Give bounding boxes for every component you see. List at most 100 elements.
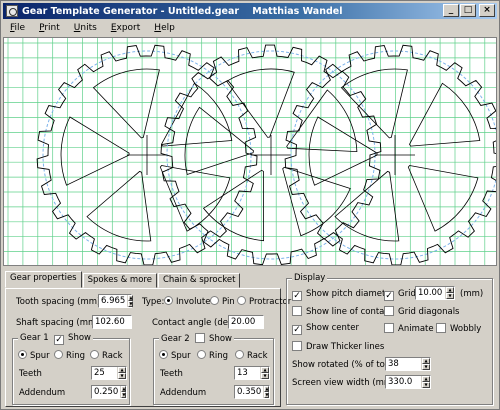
check-icon: ✓	[292, 291, 302, 301]
title-bar[interactable]: Gear Template Generator - Untitled.gear …	[3, 3, 497, 19]
shaft-spacing-label: Shaft spacing (mm)	[16, 318, 100, 328]
spin-down-icon[interactable]: ▼	[118, 373, 126, 379]
show-rotated-spinner[interactable]: ▲ ▼	[421, 358, 430, 370]
gear2-show-label: Show	[209, 334, 232, 344]
grid-size-input[interactable]: 10.00 ▲ ▼	[415, 286, 455, 300]
spoke-cutout	[60, 116, 130, 186]
menu-export[interactable]: Export	[104, 23, 147, 33]
contact-angle-input[interactable]: 20.00	[228, 315, 264, 329]
animate-checkbox[interactable]: Animate	[384, 323, 434, 334]
tooth-spacing-label: Tooth spacing (mm)	[16, 297, 101, 307]
show-center-checkbox[interactable]: ✓ Show center	[292, 323, 359, 335]
gear2-addendum-label: Addendum	[160, 388, 207, 398]
menu-help[interactable]: Help	[147, 23, 182, 33]
spin-down-icon[interactable]: ▼	[446, 293, 454, 299]
tooth-spacing-input[interactable]: 6.965 ▲ ▼	[98, 294, 134, 308]
draw-thicker-lines-checkbox[interactable]: Draw Thicker lines	[292, 341, 384, 352]
tab-gear-properties[interactable]: Gear properties	[5, 271, 82, 288]
spoke-cutout	[202, 169, 265, 242]
display-title: Display	[292, 273, 328, 283]
gear2-addendum-input[interactable]: 0.350 ▲ ▼	[234, 385, 270, 399]
screen-view-width-value: 330.0	[388, 377, 413, 387]
radio-icon	[210, 296, 219, 305]
grid-diagonals-checkbox[interactable]: Grid diagonals	[384, 306, 460, 317]
shaft-spacing-input[interactable]: 102.60	[92, 315, 132, 329]
tab-spokes[interactable]: Spokes & more	[82, 273, 157, 288]
show-center-label: Show center	[306, 323, 359, 333]
wobbly-checkbox[interactable]: Wobbly	[436, 323, 481, 334]
tab-strip: Gear properties Spokes & more Chain & sp…	[5, 271, 241, 289]
gear1-addendum-spinner[interactable]: ▲ ▼	[120, 386, 127, 398]
screen-view-width-label: Screen view width (mm)	[292, 378, 396, 388]
gear1-teeth-input[interactable]: 25 ▲ ▼	[91, 366, 127, 380]
gear2-teeth-spinner[interactable]: ▲ ▼	[260, 367, 269, 379]
grid-label: Grid	[398, 289, 416, 299]
gear1-teeth-spinner[interactable]: ▲ ▼	[117, 367, 126, 379]
radio-icon	[237, 296, 246, 305]
gear1-addendum-input[interactable]: 0.250 ▲ ▼	[91, 385, 127, 399]
screen-view-width-input[interactable]: 330.0 ▲ ▼	[385, 375, 431, 389]
type-pin-radio[interactable]: Pin	[210, 296, 235, 307]
menu-file-label: ile	[14, 23, 26, 33]
type-involute-radio[interactable]: Involute	[164, 296, 210, 307]
show-line-of-contact-checkbox[interactable]: Show line of contact	[292, 306, 392, 317]
spoke-cutout	[86, 170, 152, 242]
grid-diagonals-label: Grid diagonals	[398, 307, 460, 317]
menu-print-label: rint	[44, 23, 60, 33]
show-pitch-diameter-label: Show pitch diameter	[306, 289, 395, 299]
type-involute-label: Involute	[176, 297, 211, 307]
gear1-teeth-label: Teeth	[19, 369, 42, 379]
show-pitch-diameter-checkbox[interactable]: ✓ Show pitch diameter	[292, 289, 394, 301]
show-rotated-input[interactable]: 38 ▲ ▼	[385, 357, 431, 371]
gear2-show-check-icon	[195, 333, 206, 343]
gear2-teeth-input[interactable]: 13 ▲ ▼	[234, 366, 270, 380]
grid-checkbox[interactable]: ✓ Grid	[384, 289, 416, 301]
check-icon	[292, 341, 302, 351]
gear2-addendum-spinner[interactable]: ▲ ▼	[263, 386, 270, 398]
gear-canvas[interactable]	[3, 37, 497, 266]
menu-units-label: nits	[80, 23, 97, 33]
maximize-button[interactable]: □	[460, 4, 476, 17]
spin-down-icon[interactable]: ▼	[261, 373, 269, 379]
check-icon	[436, 323, 446, 333]
gear1-ring-radio[interactable]: Ring	[54, 350, 85, 361]
spin-down-icon[interactable]: ▼	[422, 364, 430, 370]
gear-properties-panel: Tooth spacing (mm) 6.965 ▲ ▼ Type: Involu…	[5, 288, 291, 407]
gear-drawing[interactable]	[4, 38, 496, 265]
shaft-spacing-value: 102.60	[95, 317, 125, 327]
spin-down-icon[interactable]: ▼	[264, 392, 270, 398]
type-label: Type:	[142, 297, 165, 307]
tooth-spacing-spinner[interactable]: ▲ ▼	[127, 295, 134, 307]
menu-file[interactable]: File	[3, 23, 32, 33]
gear2-spur-label: Spur	[171, 351, 191, 361]
gear-app-icon	[6, 5, 18, 17]
menu-print[interactable]: Print	[32, 23, 67, 33]
gear2-show-checkbox[interactable]: Show	[195, 333, 232, 344]
gear1-rack-radio[interactable]: Rack	[90, 350, 123, 361]
menu-units[interactable]: Units	[67, 23, 104, 33]
close-button[interactable]: ×	[479, 4, 495, 17]
type-protractor-radio[interactable]: Protractor	[237, 296, 291, 307]
minimize-button[interactable]: _	[443, 4, 459, 17]
radio-icon	[197, 350, 206, 359]
gear2-teeth-value: 13	[237, 368, 248, 378]
tab-chain-sprocket[interactable]: Chain & sprocket	[157, 273, 241, 288]
gear2-group: Gear 2 Show Spur Ring Rack Teeth 13 ▲ ▼ A…	[153, 333, 274, 405]
contact-angle-label: Contact angle (deg)	[152, 318, 237, 328]
gear1-spur-radio[interactable]: Spur	[18, 350, 50, 361]
gear2-ring-label: Ring	[209, 351, 229, 361]
spin-down-icon[interactable]: ▼	[422, 382, 430, 388]
screen-view-width-spinner[interactable]: ▲ ▼	[421, 376, 430, 388]
gear1-addendum-value: 0.250	[94, 387, 119, 397]
gear1-show-checkbox[interactable]: ✓ Show	[54, 333, 91, 345]
spin-down-icon[interactable]: ▼	[128, 301, 134, 307]
check-icon: ✓	[292, 325, 302, 335]
app-window: Gear Template Generator - Untitled.gear …	[0, 0, 500, 410]
gear2-rack-radio[interactable]: Rack	[235, 350, 268, 361]
spin-down-icon[interactable]: ▼	[121, 392, 127, 398]
radio-icon	[18, 350, 27, 359]
grid-size-spinner[interactable]: ▲ ▼	[445, 287, 454, 299]
gear2-spur-radio[interactable]: Spur	[159, 350, 191, 361]
spoke-cutout	[334, 170, 400, 242]
gear2-ring-radio[interactable]: Ring	[197, 350, 228, 361]
